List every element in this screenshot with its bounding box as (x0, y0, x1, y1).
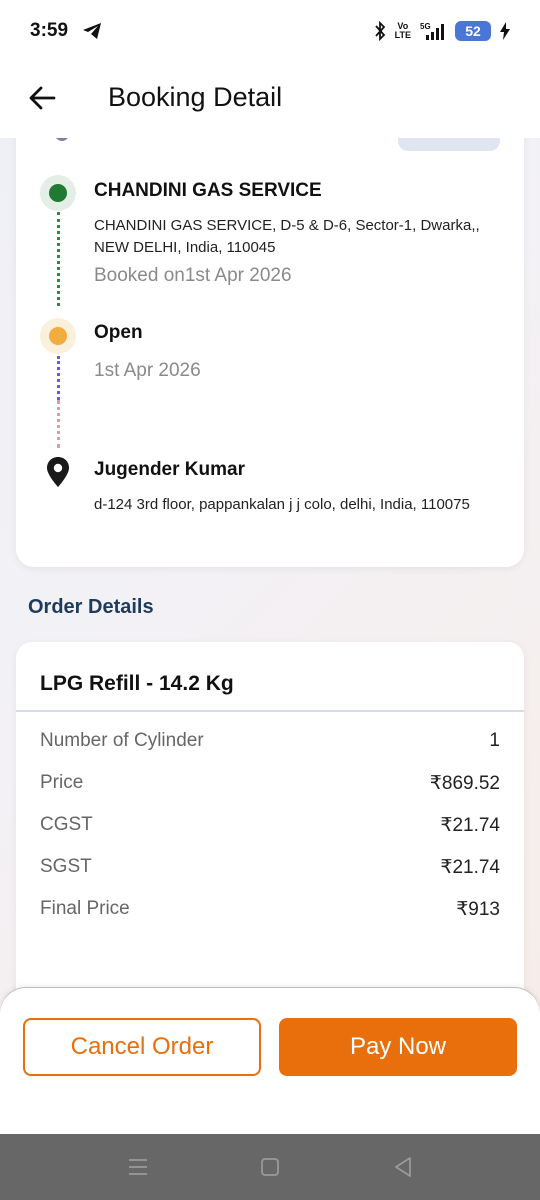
status-bar: 3:59 Vo LTE 5G 52 (0, 0, 540, 62)
detail-label: Price (40, 772, 84, 793)
action-sheet: Cancel Order Pay Now (0, 988, 540, 1134)
charging-icon (500, 22, 510, 40)
detail-row-price: Price ₹869.52 (40, 772, 500, 798)
booked-on-text: Booked on1st Apr 2026 (94, 265, 292, 286)
timeline-connector-green (57, 212, 60, 306)
detail-value: ₹913 (456, 899, 500, 920)
menu-icon[interactable] (127, 1157, 149, 1182)
page-title: Booking Detail (108, 82, 283, 112)
home-icon[interactable] (260, 1157, 280, 1182)
telegram-icon (82, 22, 102, 40)
back-arrow-icon[interactable] (28, 84, 56, 112)
detail-row-cylinders: Number of Cylinder 1 (40, 730, 500, 756)
customer-name: Jugender Kumar (94, 459, 245, 480)
timeline-connector-purple (57, 356, 60, 400)
status-label: Open (94, 322, 143, 343)
volte-bottom: LTE (394, 30, 411, 40)
signal-icon: 5G (420, 21, 446, 41)
location-pin-icon (46, 456, 70, 493)
app-header: Booking Detail (0, 62, 540, 138)
volte-indicator: Vo LTE (395, 22, 411, 40)
timeline-connector-pink (57, 400, 60, 448)
order-divider (16, 710, 524, 712)
svg-text:5G: 5G (420, 22, 431, 31)
detail-value: ₹21.74 (440, 857, 500, 878)
status-indicators: Vo LTE 5G 52 (374, 21, 510, 41)
status-date: 1st Apr 2026 (94, 360, 201, 381)
pay-now-button[interactable]: Pay Now (279, 1018, 517, 1076)
detail-value: ₹869.52 (429, 773, 500, 794)
detail-value: ₹21.74 (440, 815, 500, 836)
detail-value: 1 (489, 730, 500, 751)
detail-label: Number of Cylinder (40, 730, 204, 751)
detail-label: Final Price (40, 898, 130, 919)
status-time: 3:59 (30, 20, 69, 41)
order-details-card: LPG Refill - 14.2 Kg Number of Cylinder … (16, 642, 524, 1022)
detail-row-sgst: SGST ₹21.74 (40, 856, 500, 882)
detail-row-final-price: Final Price ₹913 (40, 898, 500, 924)
distributor-name: CHANDINI GAS SERVICE (94, 180, 322, 201)
distributor-address: CHANDINI GAS SERVICE, D-5 & D-6, Sector-… (94, 217, 480, 256)
order-details-heading: Order Details (28, 596, 154, 618)
back-triangle-icon[interactable] (393, 1156, 413, 1183)
detail-label: SGST (40, 856, 92, 877)
bluetooth-icon (374, 21, 386, 41)
status-dot (49, 327, 67, 345)
distributor-dot (49, 184, 67, 202)
detail-label: CGST (40, 814, 93, 835)
product-title: LPG Refill - 14.2 Kg (40, 672, 234, 695)
battery-indicator: 52 (455, 21, 491, 41)
cancel-order-button[interactable]: Cancel Order (23, 1018, 261, 1076)
customer-address: d-124 3rd floor, pappankalan j j colo, d… (94, 496, 470, 513)
system-nav-bar (0, 1134, 540, 1200)
detail-row-cgst: CGST ₹21.74 (40, 814, 500, 840)
